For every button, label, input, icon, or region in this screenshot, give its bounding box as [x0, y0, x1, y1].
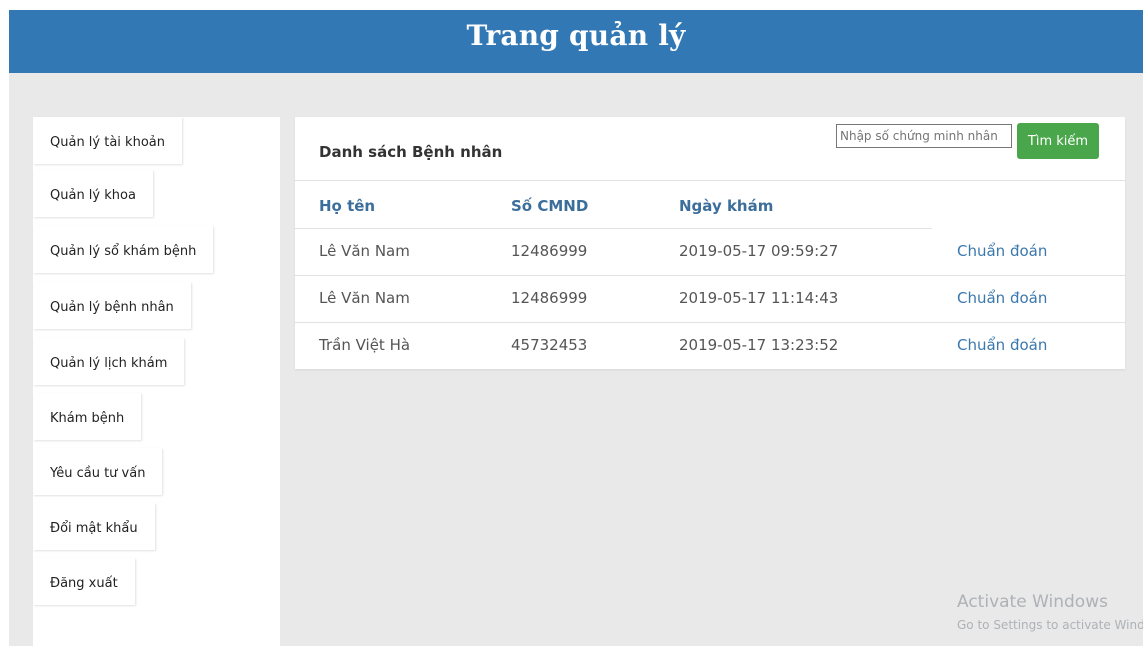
sidebar-item-medical-record-management[interactable]: Quản lý sổ khám bệnh [33, 226, 214, 273]
activate-windows-title: Activate Windows [957, 592, 1108, 612]
cell-name: Lê Văn Nam [319, 242, 410, 260]
sidebar-item-logout[interactable]: Đăng xuất [33, 558, 135, 605]
cell-cmnd: 12486999 [511, 289, 588, 307]
diagnose-link[interactable]: Chuẩn đoán [957, 242, 1047, 260]
search-input[interactable] [836, 124, 1012, 148]
cell-name: Trần Việt Hà [319, 336, 411, 354]
activate-windows-subtitle: Go to Settings to activate Windows. [957, 618, 1143, 632]
column-header-date: Ngày khám [679, 197, 774, 215]
page-title: Trang quản lý [466, 19, 686, 52]
diagnose-link[interactable]: Chuẩn đoán [957, 289, 1047, 307]
cell-date: 2019-05-17 09:59:27 [679, 242, 839, 260]
divider [295, 180, 1125, 181]
divider [295, 275, 1125, 276]
sidebar-item-examination[interactable]: Khám bệnh [33, 393, 142, 440]
patient-list-panel: Danh sách Bệnh nhân Tìm kiếm Họ tên Số C… [295, 117, 1125, 369]
divider [295, 322, 1125, 323]
cell-date: 2019-05-17 11:14:43 [679, 289, 839, 307]
cell-cmnd: 12486999 [511, 242, 588, 260]
cell-name: Lê Văn Nam [319, 289, 410, 307]
sidebar-item-change-password[interactable]: Đổi mật khẩu [33, 503, 155, 550]
column-header-name: Họ tên [319, 197, 376, 215]
cell-cmnd: 45732453 [511, 336, 588, 354]
divider [295, 228, 932, 229]
cell-date: 2019-05-17 13:23:52 [679, 336, 839, 354]
sidebar-item-department-management[interactable]: Quản lý khoa [33, 170, 153, 217]
sidebar-item-account-management[interactable]: Quản lý tài khoản [33, 117, 182, 164]
search-button[interactable]: Tìm kiếm [1017, 123, 1099, 159]
panel-title: Danh sách Bệnh nhân [319, 143, 503, 161]
sidebar: Quản lý tài khoản Quản lý khoa Quản lý s… [33, 117, 280, 646]
sidebar-item-consultation-requests[interactable]: Yêu cầu tư vấn [33, 448, 163, 495]
sidebar-item-schedule-management[interactable]: Quản lý lịch khám [33, 338, 185, 385]
column-header-cmnd: Số CMND [511, 197, 589, 215]
sidebar-item-patient-management[interactable]: Quản lý bệnh nhân [33, 282, 191, 329]
header-bar: Trang quản lý [9, 10, 1143, 73]
diagnose-link[interactable]: Chuẩn đoán [957, 336, 1047, 354]
